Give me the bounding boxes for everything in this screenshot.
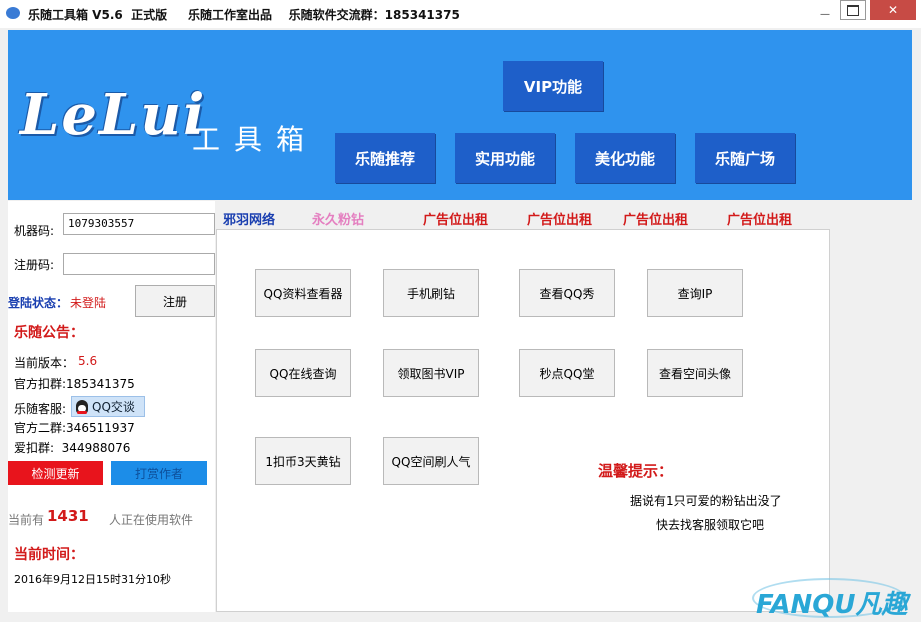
maximize-button[interactable] — [840, 0, 866, 20]
nav-vip-button[interactable]: VIP功能 — [503, 61, 603, 111]
qq-profile-viewer-button[interactable]: QQ资料查看器 — [255, 269, 351, 317]
ad-slot-4[interactable]: 广告位出租 — [727, 209, 792, 228]
qq-talk-button[interactable]: QQ交谈 — [71, 396, 145, 417]
view-space-avatar-button[interactable]: 查看空间头像 — [647, 349, 743, 397]
donate-button[interactable]: 打赏作者 — [111, 461, 207, 485]
register-code-label: 注册码: — [14, 258, 55, 272]
mobile-diamond-button[interactable]: 手机刷钻 — [383, 269, 479, 317]
ad-slot-1[interactable]: 广告位出租 — [423, 209, 488, 228]
login-status-label: 登陆状态： — [8, 296, 69, 310]
nav-plaza-button[interactable]: 乐随广场 — [695, 133, 795, 183]
nav-recommend-button[interactable]: 乐随推荐 — [335, 133, 435, 183]
online-suffix: 人正在使用软件 — [109, 513, 194, 527]
qq-penguin-icon — [76, 399, 88, 414]
version-label: 当前版本： — [14, 356, 75, 370]
qq-online-query-button[interactable]: QQ在线查询 — [255, 349, 351, 397]
login-status-value: 未登陆 — [70, 296, 107, 310]
tips-line-2: 快去找客服领取它吧 — [656, 518, 765, 532]
ad-slot-2[interactable]: 广告位出租 — [527, 209, 592, 228]
machine-code-field[interactable]: 1079303557 — [63, 213, 215, 235]
close-button[interactable]: ✕ — [870, 0, 916, 20]
tips-title: 温馨提示： — [598, 462, 674, 480]
official-group-1: 官方扣群:185341375 — [14, 377, 135, 391]
tips-line-1: 据说有1只可爱的粉钻出没了 — [630, 494, 782, 508]
qzone-popularity-button[interactable]: QQ空间刷人气 — [383, 437, 479, 485]
check-update-button[interactable]: 检测更新 — [8, 461, 103, 485]
service-label: 乐随客服: — [14, 402, 67, 416]
online-prefix: 当前有 — [8, 513, 45, 527]
maximize-icon — [847, 5, 859, 16]
notice-title: 乐随公告： — [14, 325, 84, 341]
version-value: 5.6 — [78, 354, 98, 368]
register-code-input[interactable] — [63, 253, 215, 275]
nav-practical-button[interactable]: 实用功能 — [455, 133, 555, 183]
register-button[interactable]: 注册 — [135, 285, 215, 317]
close-icon: ✕ — [887, 3, 899, 17]
current-time-value: 2016年9月12日15时31分10秒 — [14, 573, 171, 586]
title-bar: 乐随工具箱 V5.6 正式版 乐随工作室出品 乐随软件交流群：185341375… — [0, 0, 921, 28]
link-xieyu-network[interactable]: 邪羽网络 — [223, 209, 275, 228]
claim-book-vip-button[interactable]: 领取图书VIP — [383, 349, 479, 397]
official-group-2: 官方二群:346511937 — [14, 421, 135, 435]
logo-subtitle: 工具箱 — [192, 123, 319, 156]
minimize-button[interactable]: — — [812, 0, 838, 20]
yellow-diamond-3day-button[interactable]: 1扣币3天黄钻 — [255, 437, 351, 485]
logo-text: LeLui — [20, 82, 207, 148]
nav-beautify-button[interactable]: 美化功能 — [575, 133, 675, 183]
query-ip-button[interactable]: 查询IP — [647, 269, 743, 317]
instant-qqtang-button[interactable]: 秒点QQ堂 — [519, 349, 615, 397]
window-title: 乐随工具箱 V5.6 正式版 乐随工作室出品 乐随软件交流群：185341375 — [28, 8, 460, 22]
love-group: 爱扣群: 344988076 — [14, 441, 131, 455]
watermark-text: FANQU凡趣 — [756, 590, 908, 620]
online-count: 1431 — [47, 507, 89, 525]
machine-code-label: 机器码: — [14, 224, 55, 238]
qq-talk-label: QQ交谈 — [92, 400, 135, 414]
app-icon — [6, 7, 20, 19]
link-permanent-pink-diamond[interactable]: 永久粉钻 — [312, 209, 364, 228]
current-time-title: 当前时间： — [14, 547, 84, 563]
ad-slot-3[interactable]: 广告位出租 — [623, 209, 688, 228]
view-qq-show-button[interactable]: 查看QQ秀 — [519, 269, 615, 317]
